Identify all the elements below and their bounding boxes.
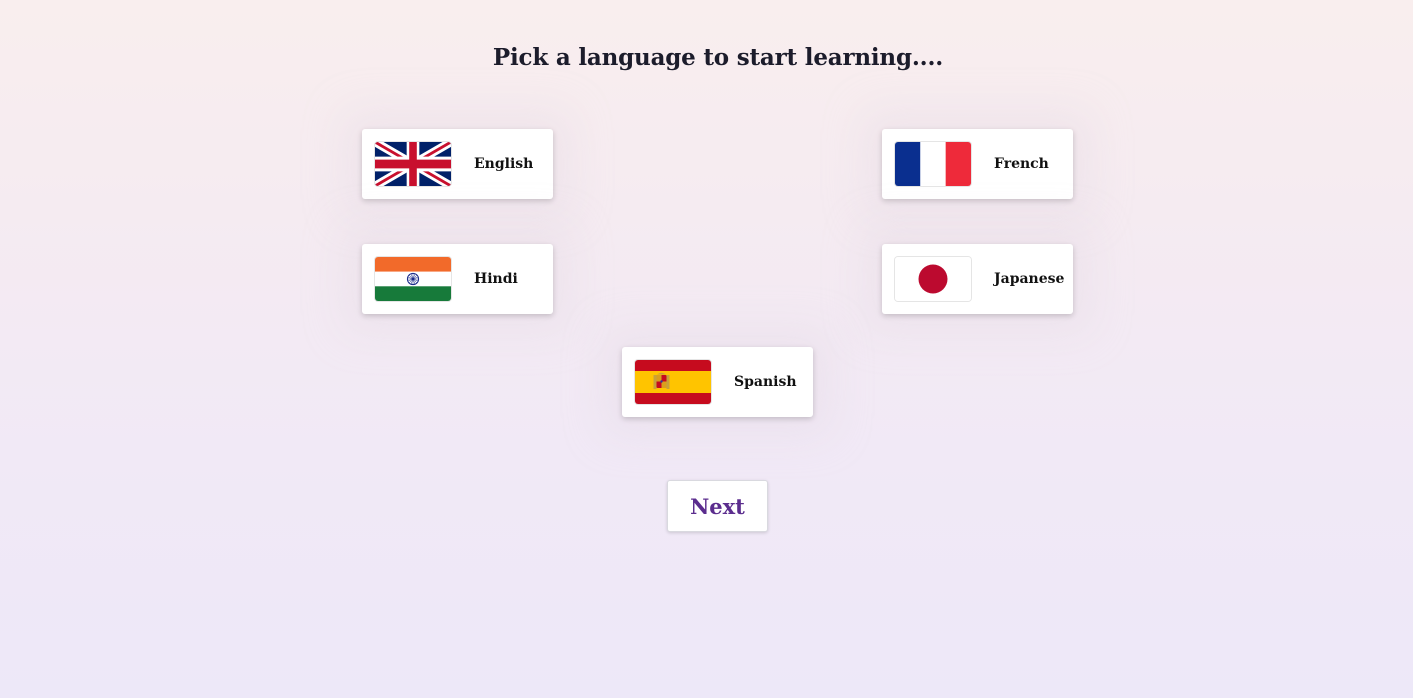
language-option-japanese[interactable]: Japanese (882, 244, 1073, 314)
next-button[interactable]: Next (667, 480, 768, 532)
language-option-french[interactable]: French (882, 129, 1073, 199)
uk-flag-icon (375, 142, 451, 186)
language-label: French (994, 156, 1049, 172)
japan-flag-icon (895, 257, 971, 301)
language-label: Spanish (734, 374, 797, 390)
france-flag-icon (895, 142, 971, 186)
language-option-hindi[interactable]: Hindi (362, 244, 553, 314)
india-flag-icon (375, 257, 451, 301)
language-option-spanish[interactable]: Spanish (622, 347, 813, 417)
language-label: Japanese (994, 271, 1065, 287)
language-option-english[interactable]: English (362, 129, 553, 199)
language-label: Hindi (474, 271, 518, 287)
spain-flag-icon (635, 360, 711, 404)
language-label: English (474, 156, 534, 172)
page-title: Pick a language to start learning.... (492, 44, 944, 71)
